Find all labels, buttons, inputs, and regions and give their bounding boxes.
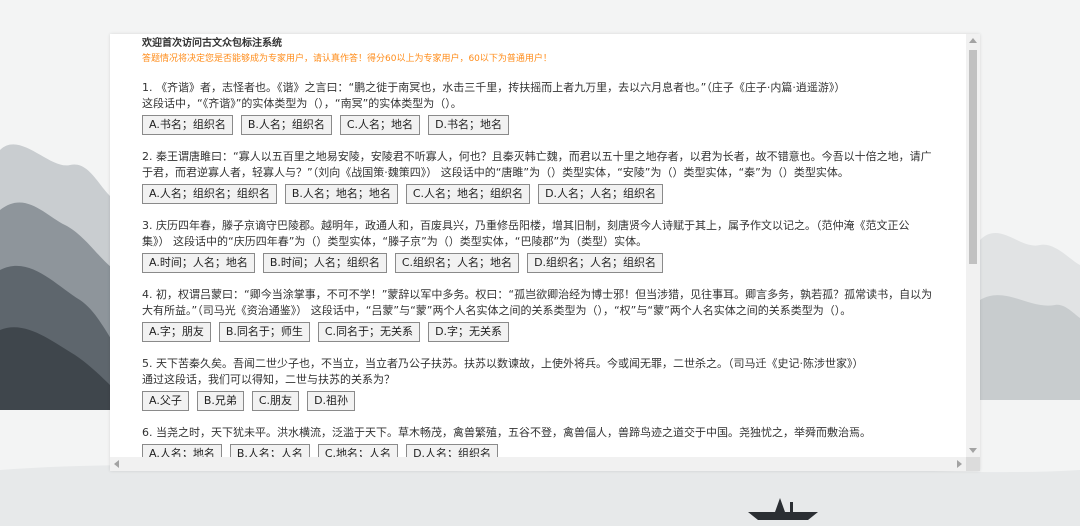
scoring-notice: 答题情况将决定您是否能够成为专家用户，请认真作答！得分60以上为专家用户，60以… xyxy=(142,54,552,64)
question-text: 2. 秦王谓唐雎曰：“寡人以五百里之地易安陵，安陵君不听寡人，何也？且秦灭韩亡魏… xyxy=(142,150,932,179)
question-6: 6. 当尧之时，天下犹未平。洪水横流，泛滥于天下。草木畅茂，禽兽繁殖，五谷不登，… xyxy=(142,425,936,457)
scroll-down-arrow-icon[interactable] xyxy=(969,448,977,453)
option-a-button[interactable]: A.人名；地名 xyxy=(142,444,222,457)
option-c-button[interactable]: C.人名；地名；组织名 xyxy=(405,184,531,204)
option-c-button[interactable]: C.同名于；无关系 xyxy=(317,322,421,342)
answer-options: A.书名；组织名 B.人名；组织名 C.人名；地名 D.书名；地名 xyxy=(142,115,936,135)
quiz-content[interactable]: 欢迎首次访问古文众包标注系统 答题情况将决定您是否能够成为专家用户，请认真作答！… xyxy=(110,34,966,457)
question-text: 4. 初，权谓吕蒙曰：“卿今当涂掌事，不可不学！”蒙辞以军中多务。权曰：“孤岂欲… xyxy=(142,288,933,317)
option-a-button[interactable]: A.父子 xyxy=(142,391,189,411)
option-d-button[interactable]: D.书名；地名 xyxy=(428,115,510,135)
answer-options: A.人名；地名 B.人名；人名 C.地名；人名 D.人名；组织名 xyxy=(142,444,936,457)
option-a-button[interactable]: A.人名；组织名；组织名 xyxy=(142,184,277,204)
option-c-button[interactable]: C.地名；人名 xyxy=(317,444,399,457)
question-5: 5. 天下苦秦久矣。吾闻二世少子也，不当立，当立者乃公子扶苏。扶苏以数谏故，上使… xyxy=(142,356,936,411)
option-d-button[interactable]: D.人名；组织名 xyxy=(406,444,499,457)
question-3: 3. 庆历四年春，滕子京谪守巴陵郡。越明年，政通人和，百废具兴，乃重修岳阳楼，增… xyxy=(142,218,936,273)
option-b-button[interactable]: B.人名；组织名 xyxy=(240,115,332,135)
scroll-up-arrow-icon[interactable] xyxy=(969,38,977,43)
option-a-button[interactable]: A.字；朋友 xyxy=(142,322,211,342)
option-d-button[interactable]: D.组织名；人名；组织名 xyxy=(527,253,664,273)
option-a-button[interactable]: A.时间；人名；地名 xyxy=(142,253,255,273)
answer-options: A.人名；组织名；组织名 B.人名；地名；地名 C.人名；地名；组织名 D.人名… xyxy=(142,184,936,204)
option-d-button[interactable]: D.人名；人名；组织名 xyxy=(538,184,664,204)
quiz-panel: 欢迎首次访问古文众包标注系统 答题情况将决定您是否能够成为专家用户，请认真作答！… xyxy=(110,34,980,471)
vertical-scroll-thumb[interactable] xyxy=(969,50,977,264)
option-c-button[interactable]: C.朋友 xyxy=(251,391,300,411)
option-d-button[interactable]: D.字；无关系 xyxy=(428,322,510,342)
answer-options: A.字；朋友 B.同名于；师生 C.同名于；无关系 D.字；无关系 xyxy=(142,322,936,342)
distant-hills xyxy=(0,465,1080,526)
answer-options: A.时间；人名；地名 B.时间；人名；组织名 C.组织名；人名；地名 D.组织名… xyxy=(142,253,936,273)
horizontal-scrollbar[interactable] xyxy=(110,457,966,471)
question-2: 2. 秦王谓唐雎曰：“寡人以五百里之地易安陵，安陵君不听寡人，何也？且秦灭韩亡魏… xyxy=(142,149,936,204)
mountain-right xyxy=(980,233,1080,400)
question-text: 3. 庆历四年春，滕子京谪守巴陵郡。越明年，政通人和，百废具兴，乃重修岳阳楼，增… xyxy=(142,219,910,248)
scroll-left-arrow-icon[interactable] xyxy=(114,460,119,468)
scroll-right-arrow-icon[interactable] xyxy=(957,460,962,468)
mountain-left xyxy=(0,144,115,410)
option-c-button[interactable]: C.组织名；人名；地名 xyxy=(394,253,520,273)
question-text: 5. 天下苦秦久矣。吾闻二世少子也，不当立，当立者乃公子扶苏。扶苏以数谏故，上使… xyxy=(142,357,864,386)
option-c-button[interactable]: C.人名；地名 xyxy=(339,115,421,135)
option-b-button[interactable]: B.时间；人名；组织名 xyxy=(262,253,387,273)
vertical-scrollbar[interactable] xyxy=(966,34,980,457)
option-b-button[interactable]: B.人名；人名 xyxy=(229,444,310,457)
welcome-title: 欢迎首次访问古文众包标注系统 xyxy=(142,38,282,49)
question-1: 1. 《齐谐》者，志怪者也。《谐》之言曰：“鹏之徙于南冥也，水击三千里，抟扶摇而… xyxy=(142,80,936,135)
option-b-button[interactable]: B.人名；地名；地名 xyxy=(284,184,398,204)
question-4: 4. 初，权谓吕蒙曰：“卿今当涂掌事，不可不学！”蒙辞以军中多务。权曰：“孤岂欲… xyxy=(142,287,936,342)
scrollbar-corner xyxy=(966,457,980,471)
option-a-button[interactable]: A.书名；组织名 xyxy=(142,115,233,135)
option-d-button[interactable]: D.祖孙 xyxy=(307,391,356,411)
option-b-button[interactable]: B.同名于；师生 xyxy=(218,322,310,342)
option-b-button[interactable]: B.兄弟 xyxy=(196,391,244,411)
question-text: 1. 《齐谐》者，志怪者也。《谐》之言曰：“鹏之徙于南冥也，水击三千里，抟扶摇而… xyxy=(142,81,846,110)
answer-options: A.父子 B.兄弟 C.朋友 D.祖孙 xyxy=(142,391,936,411)
question-text: 6. 当尧之时，天下犹未平。洪水横流，泛滥于天下。草木畅茂，禽兽繁殖，五谷不登，… xyxy=(142,426,871,439)
